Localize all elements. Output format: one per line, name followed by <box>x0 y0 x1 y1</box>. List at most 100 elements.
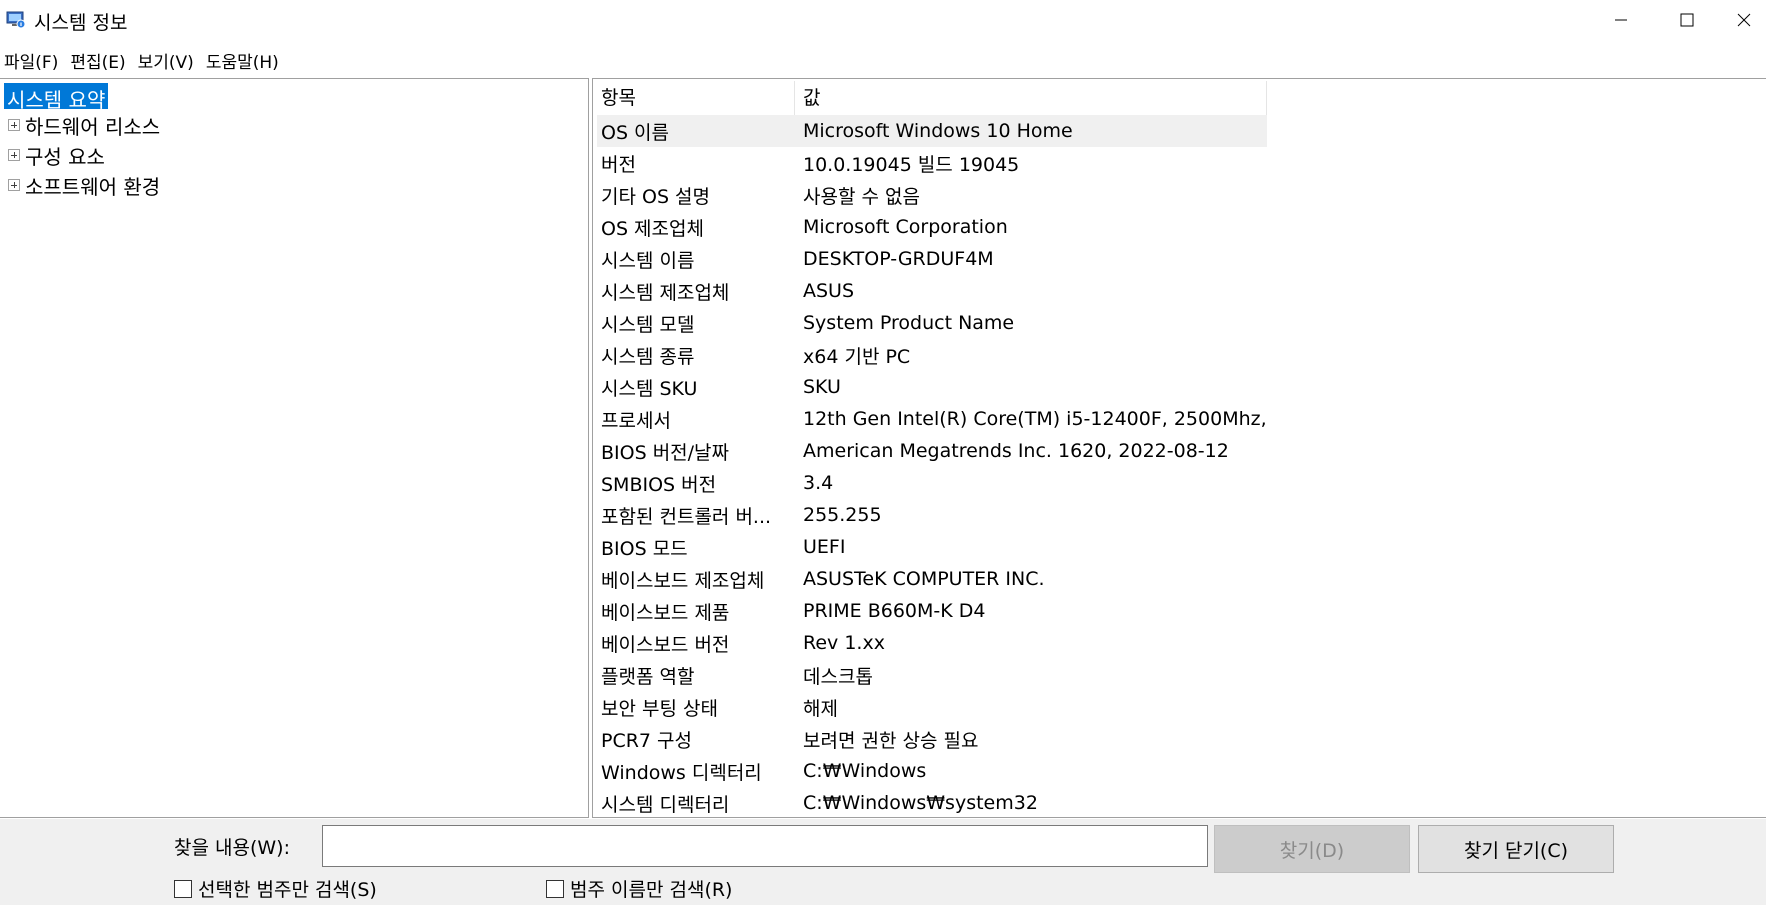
table-header: 항목 값 <box>597 80 1267 115</box>
column-header-value[interactable]: 값 <box>795 80 1267 115</box>
category-tree: 시스템 요약 하드웨어 리소스 구성 요소 소프트웨어 환경 <box>0 78 589 818</box>
title-bar: 시스템 정보 <box>0 0 1766 40</box>
cell-item: 시스템 제조업체 <box>601 281 730 304</box>
table-row[interactable]: Windows 디렉터리 C:₩Windows <box>597 755 1267 787</box>
search-category-names-label: 범주 이름만 검색(R) <box>570 879 733 901</box>
table-row[interactable]: 프로세서 12th Gen Intel(R) Core(TM) i5-12400F… <box>597 403 1267 435</box>
cell-value: UEFI <box>803 536 846 558</box>
window-title: 시스템 정보 <box>34 12 128 34</box>
table-row[interactable]: 포함된 컨트롤러 버... 255.255 <box>597 499 1267 531</box>
table-row[interactable]: 시스템 모델 System Product Name <box>597 307 1267 339</box>
table-row[interactable]: OS 이름 Microsoft Windows 10 Home <box>597 115 1267 147</box>
table-body: OS 이름 Microsoft Windows 10 Home 버전 10.0.190… <box>597 115 1267 817</box>
cell-item: 시스템 모델 <box>601 313 695 336</box>
expand-plus-icon[interactable] <box>8 119 20 131</box>
table-row[interactable]: 시스템 이름 DESKTOP-GRDUF4M <box>597 243 1267 275</box>
tree-item-hardware-resources[interactable]: 하드웨어 리소스 <box>8 111 160 139</box>
cell-item: 플랫폼 역할 <box>601 665 695 688</box>
table-row[interactable]: 시스템 SKU SKU <box>597 371 1267 403</box>
find-label: 찾을 내용(W): <box>174 837 290 859</box>
details-pane: 항목 값 OS 이름 Microsoft Windows 10 Home 버전 10.… <box>592 78 1766 818</box>
table-row[interactable]: 기타 OS 설명 사용할 수 없음 <box>597 179 1267 211</box>
tree-item-system-summary[interactable]: 시스템 요약 <box>4 83 109 112</box>
cell-value: ASUS <box>803 280 855 302</box>
cell-item: 포함된 컨트롤러 버... <box>601 505 772 528</box>
cell-value: 데스크톱 <box>803 665 873 688</box>
table-row[interactable]: 플랫폼 역할 데스크톱 <box>597 659 1267 691</box>
table-row[interactable]: 시스템 제조업체 ASUS <box>597 275 1267 307</box>
cell-value: 12th Gen Intel(R) Core(TM) i5-12400F, 25… <box>803 408 1267 430</box>
cell-value: PRIME B660M-K D4 <box>803 600 986 622</box>
cell-item: BIOS 모드 <box>601 537 688 560</box>
cell-item: 베이스보드 제조업체 <box>601 569 765 592</box>
cell-item: 시스템 이름 <box>601 249 695 272</box>
cell-item: SMBIOS 버전 <box>601 473 717 496</box>
cell-item: PCR7 구성 <box>601 729 693 752</box>
tree-item-label: 구성 요소 <box>25 144 105 169</box>
cell-value: DESKTOP-GRDUF4M <box>803 248 994 270</box>
table-row[interactable]: 베이스보드 제품 PRIME B660M-K D4 <box>597 595 1267 627</box>
cell-value: 255.255 <box>803 504 882 526</box>
cell-value: C:₩Windows <box>803 760 927 782</box>
menu-bar: 파일(F) 편집(E) 보기(V) 도움말(H) <box>0 44 1766 73</box>
cell-item: 보안 부팅 상태 <box>601 697 718 720</box>
expand-plus-icon[interactable] <box>8 149 20 161</box>
table-row[interactable]: SMBIOS 버전 3.4 <box>597 467 1267 499</box>
tree-item-label: 하드웨어 리소스 <box>25 114 161 139</box>
table-row[interactable]: 베이스보드 제조업체 ASUSTeK COMPUTER INC. <box>597 563 1267 595</box>
table-row[interactable]: BIOS 버전/날짜 American Megatrends Inc. 1620,… <box>597 435 1267 467</box>
cell-value: 사용할 수 없음 <box>803 185 920 208</box>
cell-item: 프로세서 <box>601 409 671 432</box>
cell-value: American Megatrends Inc. 1620, 2022-08-1… <box>803 440 1229 462</box>
menu-view[interactable]: 보기(V) <box>134 44 202 73</box>
cell-item: Windows 디렉터리 <box>601 761 762 784</box>
search-selected-category-checkbox[interactable] <box>174 879 192 898</box>
column-header-item[interactable]: 항목 <box>597 80 795 115</box>
table-row[interactable]: 시스템 디렉터리 C:₩Windows₩system32 <box>597 787 1267 817</box>
cell-item: 시스템 종류 <box>601 345 695 368</box>
search-category-names-option[interactable]: 범주 이름만 검색(R) <box>546 875 732 902</box>
search-selected-category-label: 선택한 범주만 검색(S) <box>198 879 377 901</box>
find-input[interactable] <box>322 825 1208 867</box>
cell-value: 10.0.19045 빌드 19045 <box>803 153 1020 176</box>
menu-help[interactable]: 도움말(H) <box>202 44 287 73</box>
cell-value: Microsoft Windows 10 Home <box>803 120 1073 142</box>
system-info-icon <box>6 9 26 29</box>
find-bar: 찾을 내용(W): 찾기(D) 찾기 닫기(C) 선택한 범주만 검색(S) 범… <box>0 819 1766 905</box>
cell-item: BIOS 버전/날짜 <box>601 441 730 464</box>
maximize-button[interactable] <box>1656 0 1718 40</box>
menu-edit[interactable]: 편집(E) <box>66 44 133 73</box>
details-table: 항목 값 OS 이름 Microsoft Windows 10 Home 버전 10.… <box>597 80 1267 817</box>
expand-plus-icon[interactable] <box>8 179 20 191</box>
search-category-names-checkbox[interactable] <box>546 879 564 898</box>
tree-item-label: 소프트웨어 환경 <box>25 174 161 199</box>
cell-value: Microsoft Corporation <box>803 216 1008 238</box>
cell-value: x64 기반 PC <box>803 345 911 368</box>
table-row[interactable]: 베이스보드 버전 Rev 1.xx <box>597 627 1267 659</box>
cell-value: 해제 <box>803 697 838 720</box>
cell-item: 시스템 SKU <box>601 377 698 400</box>
table-row[interactable]: OS 제조업체 Microsoft Corporation <box>597 211 1267 243</box>
cell-value: 보려면 권한 상승 필요 <box>803 729 979 752</box>
cell-value: SKU <box>803 376 841 398</box>
cell-item: 기타 OS 설명 <box>601 185 711 208</box>
search-selected-category-option[interactable]: 선택한 범주만 검색(S) <box>174 875 377 902</box>
tree-item-software-environment[interactable]: 소프트웨어 환경 <box>8 171 160 199</box>
cell-value: ASUSTeK COMPUTER INC. <box>803 568 1045 590</box>
cell-value: System Product Name <box>803 312 1015 334</box>
cell-value: C:₩Windows₩system32 <box>803 792 1038 814</box>
cell-item: OS 제조업체 <box>601 217 704 240</box>
table-row[interactable]: 시스템 종류 x64 기반 PC <box>597 339 1267 371</box>
cell-item: 버전 <box>601 153 636 176</box>
close-button[interactable] <box>1722 0 1766 40</box>
close-find-button[interactable]: 찾기 닫기(C) <box>1418 825 1614 873</box>
menu-file[interactable]: 파일(F) <box>0 44 66 73</box>
table-row[interactable]: 보안 부팅 상태 해제 <box>597 691 1267 723</box>
table-row[interactable]: 버전 10.0.19045 빌드 19045 <box>597 147 1267 179</box>
cell-value: 3.4 <box>803 472 834 494</box>
table-row[interactable]: BIOS 모드 UEFI <box>597 531 1267 563</box>
table-row[interactable]: PCR7 구성 보려면 권한 상승 필요 <box>597 723 1267 755</box>
minimize-button[interactable] <box>1590 0 1652 40</box>
find-button[interactable]: 찾기(D) <box>1214 825 1410 873</box>
tree-item-components[interactable]: 구성 요소 <box>8 141 105 169</box>
